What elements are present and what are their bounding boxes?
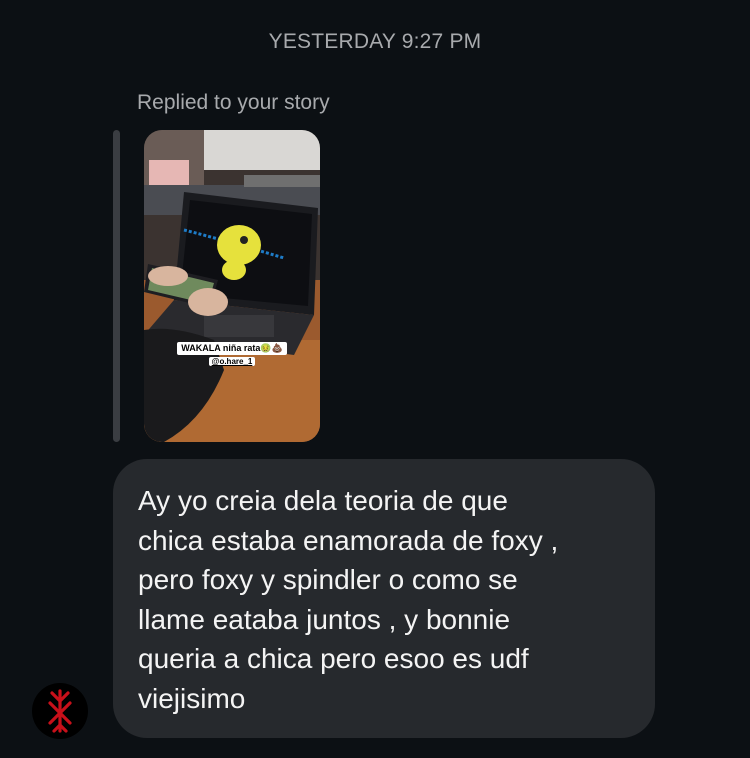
brand-of-sacrifice-icon [48,689,72,733]
message-timestamp: YESTERDAY 9:27 PM [268,30,482,53]
story-reply-label: Replied to your story [137,91,330,114]
story-mention-text: @o.hare_1 [208,357,256,366]
reply-indicator-bar [113,130,120,442]
message-bubble[interactable]: Ay yo creia dela teoria de que chica est… [113,459,655,738]
story-photo [144,130,320,442]
story-mention: @o.hare_1 [144,351,320,369]
sender-avatar[interactable] [32,683,88,739]
story-thumbnail[interactable]: WAKALA niña rata🤢💩 @o.hare_1 [144,130,320,442]
